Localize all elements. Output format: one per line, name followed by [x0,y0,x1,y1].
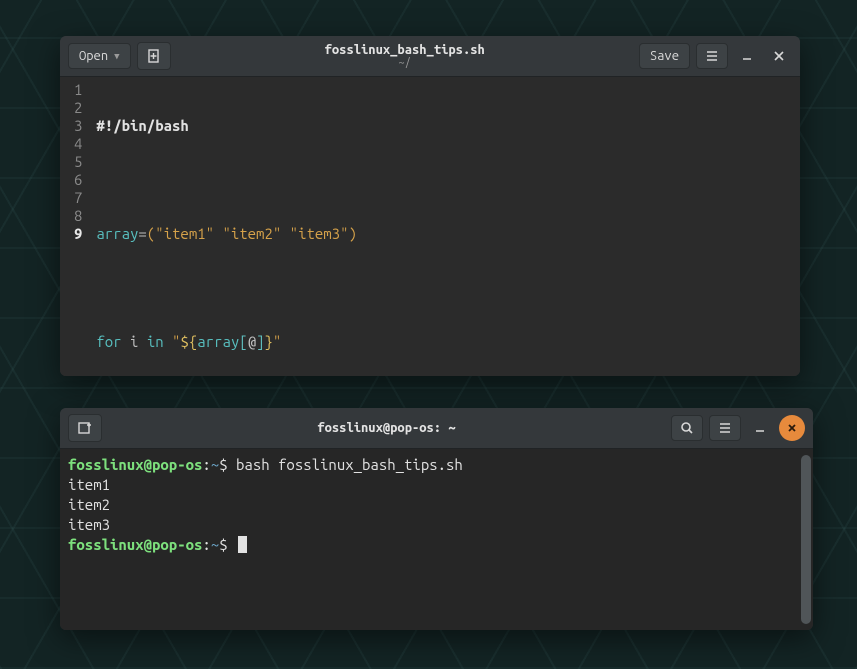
code-line[interactable]: #!/bin/bash [96,117,792,135]
token-variable: array [197,333,239,350]
hamburger-icon [705,49,719,63]
hamburger-menu-button[interactable] [696,43,728,69]
new-tab-button[interactable] [68,414,102,442]
prompt-dollar: $ [219,456,227,473]
gedit-window: Open ▼ fosslinux_bash_tips.sh ~/ Save [60,36,800,376]
scrollbar[interactable] [801,455,811,624]
token-at: @ [248,333,256,350]
close-button[interactable] [766,43,792,69]
cursor [238,536,247,553]
token-paren: ( [147,225,155,242]
prompt-path: ~ [211,456,219,473]
code-line[interactable] [96,171,792,189]
prompt-sep: : [202,456,210,473]
window-subtitle: ~/ [177,57,633,69]
token-keyword: for [96,333,121,350]
token-string: "item1" [155,225,214,242]
search-icon [680,421,694,435]
prompt-dollar: $ [219,536,227,553]
token-brace: { [189,333,197,350]
save-button-label: Save [650,49,679,63]
token-variable: array [96,225,138,242]
terminal-line[interactable]: fosslinux@pop-os:~$ [68,535,805,555]
command-text: bash fosslinux_bash_tips.sh [228,456,463,473]
prompt-sep: : [202,536,210,553]
line-number: 8 [74,207,82,225]
terminal-output-line: item2 [68,495,805,515]
code-line[interactable]: for i in "${array[@]}" [96,333,792,351]
minimize-icon [741,50,753,62]
terminal-headerbar: fosslinux@pop-os: ~ [60,408,813,449]
prompt-path: ~ [211,536,219,553]
token-string: " [273,333,281,350]
minimize-button[interactable] [734,43,760,69]
token-operator: = [138,225,146,242]
line-number: 1 [74,81,82,99]
close-button[interactable] [779,415,805,441]
title-area: fosslinux_bash_tips.sh ~/ [177,43,633,69]
code-line[interactable] [96,279,792,297]
token-bracket: ] [256,333,264,350]
hamburger-icon [718,421,732,435]
chevron-down-icon: ▼ [114,51,119,62]
token-keyword: in [147,333,164,350]
editor-body[interactable]: 1 2 3 4 5 6 7 8 9 #!/bin/bash array=("it… [60,77,800,376]
open-button-label: Open [79,49,108,63]
prompt-user-host: fosslinux@pop-os [68,536,202,553]
line-number: 6 [74,171,82,189]
open-button[interactable]: Open ▼ [68,43,131,69]
line-number: 7 [74,189,82,207]
minimize-button[interactable] [747,415,773,441]
hamburger-menu-button[interactable] [709,415,741,441]
token-string: "item3" [290,225,349,242]
line-number: 3 [74,117,82,135]
token-paren: ) [348,225,356,242]
editor-headerbar: Open ▼ fosslinux_bash_tips.sh ~/ Save [60,36,800,77]
token-shebang: #!/bin/bash [96,117,188,134]
line-number: 9 [74,225,82,243]
minimize-icon [754,422,766,434]
terminal-window: fosslinux@pop-os: ~ [60,408,813,630]
terminal-title-area: fosslinux@pop-os: ~ [108,421,665,435]
new-tab-icon [77,420,93,436]
search-button[interactable] [671,415,703,441]
code-area[interactable]: #!/bin/bash array=("item1" "item2" "item… [88,77,800,376]
prompt-user-host: fosslinux@pop-os [68,456,202,473]
token-bracket: [ [239,333,247,350]
terminal-title: fosslinux@pop-os: ~ [108,421,665,435]
terminal-line[interactable]: fosslinux@pop-os:~$ bash fosslinux_bash_… [68,455,805,475]
token-brace: } [265,333,273,350]
line-number: 4 [74,135,82,153]
line-number: 2 [74,99,82,117]
close-icon [773,50,785,62]
token-string: "item2" [222,225,281,242]
code-line[interactable]: array=("item1" "item2" "item3") [96,225,792,243]
line-number-gutter: 1 2 3 4 5 6 7 8 9 [60,77,88,376]
token-ident: i [130,333,138,350]
terminal-output-line: item3 [68,515,805,535]
terminal-body[interactable]: fosslinux@pop-os:~$ bash fosslinux_bash_… [60,449,813,630]
new-document-icon [146,48,162,64]
token-dollar: $ [180,333,188,350]
save-button[interactable]: Save [639,43,690,69]
window-title: fosslinux_bash_tips.sh [177,43,633,57]
terminal-output-line: item1 [68,475,805,495]
close-icon [786,422,798,434]
line-number: 5 [74,153,82,171]
new-document-button[interactable] [137,42,171,70]
